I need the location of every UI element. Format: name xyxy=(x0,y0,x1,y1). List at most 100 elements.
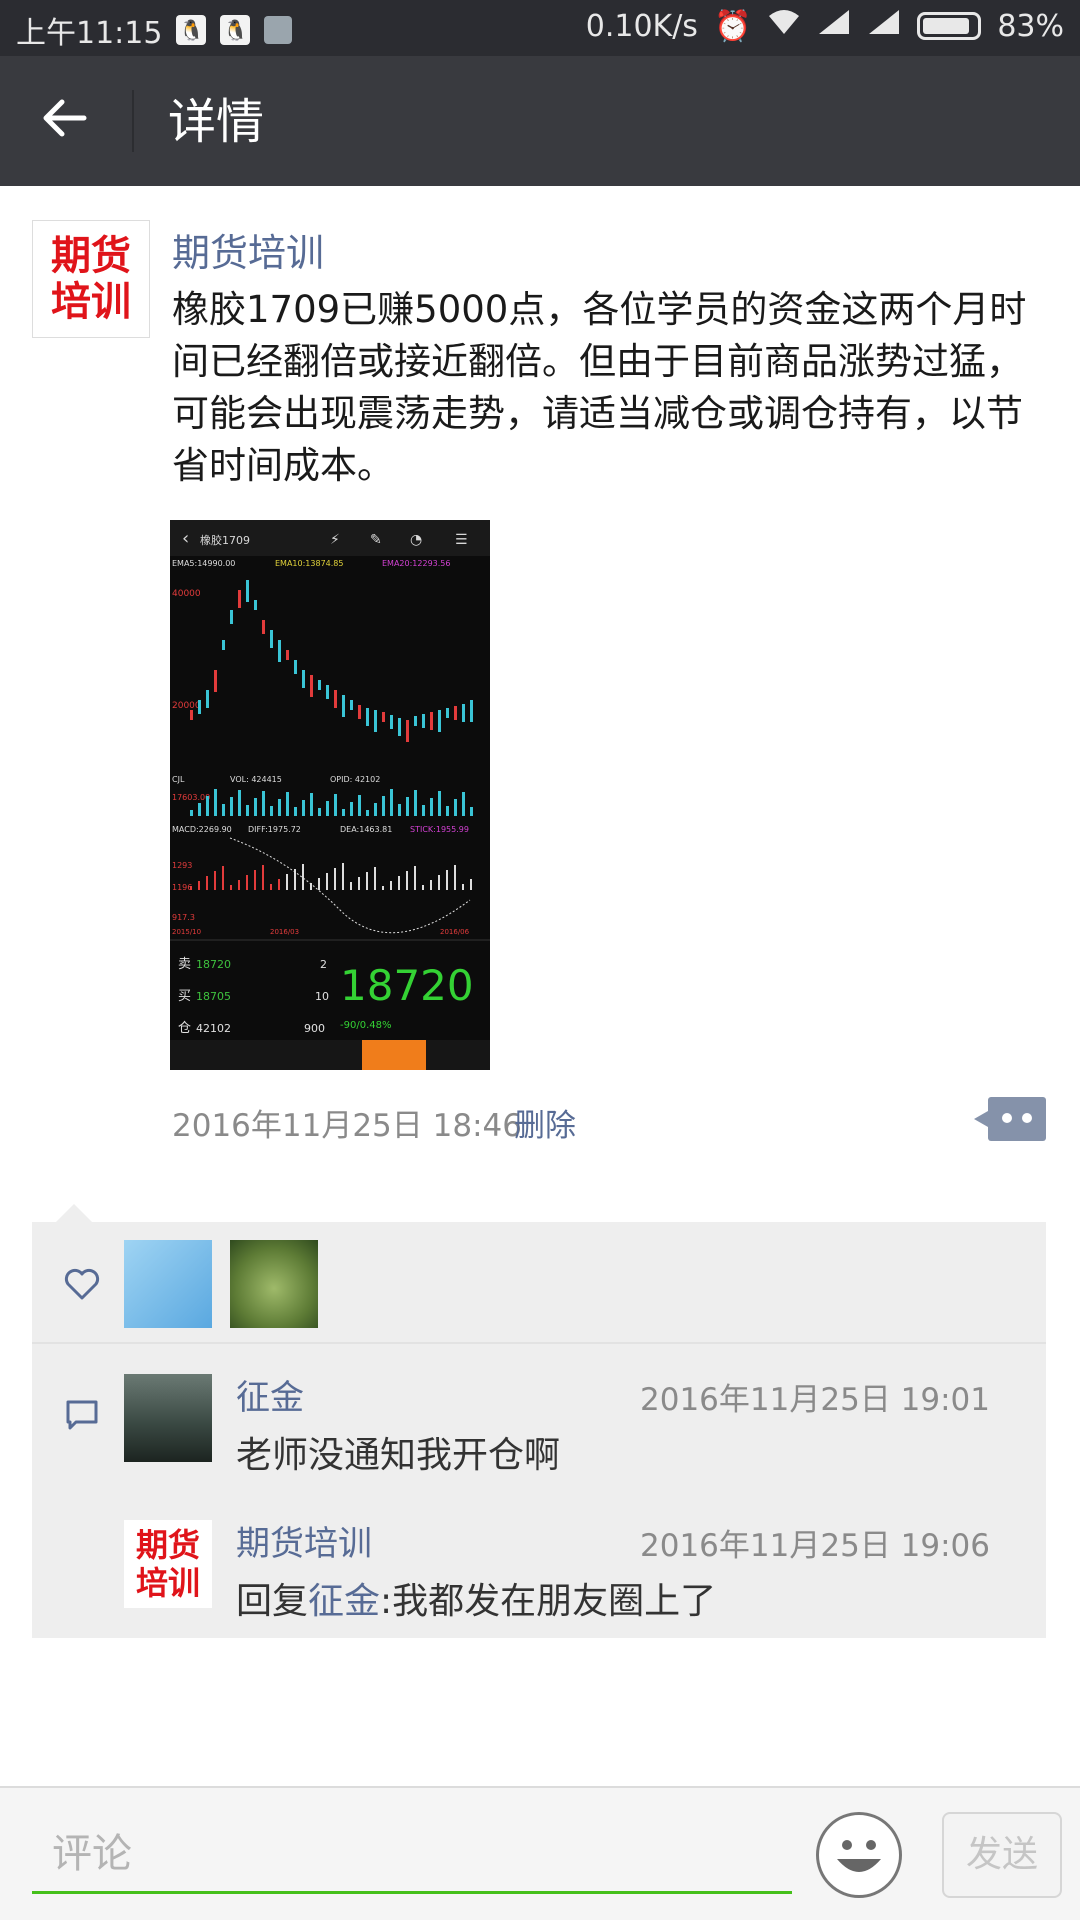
candle-mark xyxy=(246,580,249,602)
macd-mark xyxy=(334,868,336,890)
volume-mark xyxy=(206,796,209,816)
svg-text:STICK:1955.99: STICK:1955.99 xyxy=(410,825,469,834)
svg-text:18720: 18720 xyxy=(196,958,231,971)
macd-mark xyxy=(382,886,384,890)
svg-text:10: 10 xyxy=(315,990,329,1003)
macd-mark xyxy=(358,877,360,890)
macd-mark xyxy=(190,886,192,890)
macd-mark xyxy=(318,878,320,890)
heart-icon xyxy=(62,1264,102,1304)
candle-mark xyxy=(326,685,329,699)
more-icon[interactable] xyxy=(974,1097,1046,1141)
arrow-left-icon[interactable] xyxy=(38,92,98,152)
candle-mark xyxy=(278,640,281,662)
volume-mark xyxy=(366,810,369,816)
author-name[interactable]: 期货培训 xyxy=(172,222,324,277)
volume-mark xyxy=(374,803,377,816)
svg-text:EMA10:13874.85: EMA10:13874.85 xyxy=(275,559,343,568)
macd-mark xyxy=(246,875,248,890)
macd-mark xyxy=(254,870,256,890)
candle-mark xyxy=(462,704,465,722)
macd-mark xyxy=(230,885,232,890)
commenter-name[interactable]: 征金 xyxy=(236,1370,304,1419)
candle-mark xyxy=(310,675,313,697)
volume-mark xyxy=(350,802,353,816)
macd-mark xyxy=(454,865,456,890)
battery-percent: 83% xyxy=(997,8,1064,44)
network-speed: 0.10K/s xyxy=(585,8,698,44)
candle-mark xyxy=(446,708,449,718)
volume-mark xyxy=(190,810,193,816)
commenter-name[interactable]: 期货培训 xyxy=(236,1516,372,1565)
send-button[interactable]: 发送 xyxy=(942,1812,1062,1898)
top-bar: 详情 xyxy=(0,56,1080,186)
macd-mark xyxy=(270,884,272,890)
commenter-avatar[interactable] xyxy=(124,1374,212,1462)
volume-mark xyxy=(294,807,297,816)
volume-mark xyxy=(198,803,201,816)
candle-mark xyxy=(366,708,369,726)
volume-mark xyxy=(470,807,473,816)
interaction-panel: 征金 2016年11月25日 19:01 老师没通知我开仓啊 期货 培训 期货培训… xyxy=(32,1204,1046,1638)
volume-mark xyxy=(358,795,361,816)
signal-icon xyxy=(817,8,851,44)
liker-avatar[interactable] xyxy=(230,1240,318,1328)
volume-mark xyxy=(254,798,257,816)
status-bar: 上午11:15 🐧 🐧 0.10K/s ⏰ 83% xyxy=(0,0,1080,56)
candle-mark xyxy=(350,700,353,710)
volume-mark xyxy=(318,808,321,816)
commenter-avatar[interactable]: 期货 培训 xyxy=(124,1520,212,1608)
macd-mark xyxy=(374,867,376,890)
macd-mark xyxy=(430,880,432,890)
comment-item[interactable]: 期货 培训 期货培训 2016年11月25日 19:06 回复征金:我都发在朋友圈… xyxy=(32,1492,1046,1638)
candle-mark xyxy=(454,706,457,720)
volume-mark xyxy=(270,806,273,816)
volume-mark xyxy=(214,789,217,816)
liker-avatar[interactable] xyxy=(124,1240,212,1328)
comment-item[interactable]: 征金 2016年11月25日 19:01 老师没通知我开仓啊 xyxy=(32,1346,1046,1492)
candle-mark xyxy=(270,630,273,648)
volume-mark xyxy=(462,792,465,816)
comment-input[interactable] xyxy=(32,1816,792,1894)
delete-link[interactable]: 删除 xyxy=(514,1100,576,1145)
volume-mark xyxy=(382,796,385,816)
svg-text:EMA20:12293.56: EMA20:12293.56 xyxy=(382,559,450,568)
svg-text:2016/06: 2016/06 xyxy=(440,928,470,936)
qq-icon: 🐧 xyxy=(176,15,207,45)
candle-mark xyxy=(422,714,425,728)
macd-mark xyxy=(414,866,416,890)
candle-mark xyxy=(230,610,233,624)
author-avatar[interactable]: 期货 培训 xyxy=(32,220,150,338)
svg-text:18705: 18705 xyxy=(196,990,231,1003)
candle-mark xyxy=(302,670,305,688)
volume-mark xyxy=(446,806,449,816)
status-time: 上午11:15 xyxy=(16,16,163,51)
macd-mark xyxy=(406,871,408,890)
macd-mark xyxy=(470,879,472,890)
candle-mark xyxy=(286,650,289,660)
macd-mark xyxy=(278,879,280,890)
image-header: 橡胶1709 xyxy=(200,533,250,547)
alarm-icon: ⏰ xyxy=(713,8,752,44)
candle-mark xyxy=(398,718,401,736)
macd-mark xyxy=(422,885,424,890)
comment-time: 2016年11月25日 19:01 xyxy=(640,1382,990,1418)
volume-mark xyxy=(310,793,313,816)
volume-mark xyxy=(398,804,401,816)
smiley-icon[interactable] xyxy=(816,1812,902,1898)
candle-mark xyxy=(382,712,385,722)
svg-text:卖: 卖 xyxy=(178,957,191,972)
comment-bar: 发送 xyxy=(0,1786,1080,1920)
volume-mark xyxy=(222,804,225,816)
reply-to-name[interactable]: 征金 xyxy=(308,1581,380,1622)
comment-text: 老师没通知我开仓啊 xyxy=(236,1435,561,1476)
macd-mark xyxy=(198,881,200,890)
volume-mark xyxy=(438,791,441,816)
macd-mark xyxy=(326,873,328,890)
candle-mark xyxy=(190,710,193,720)
svg-text:18720: 18720 xyxy=(340,961,474,1010)
header-divider xyxy=(132,90,134,152)
volume-mark xyxy=(334,794,337,816)
volume-mark xyxy=(390,789,393,816)
post-image[interactable]: 橡胶1709 ‹ ⚡ ✎ ◔ ☰ EMA5:14990.00 EMA10:138… xyxy=(170,520,490,1070)
